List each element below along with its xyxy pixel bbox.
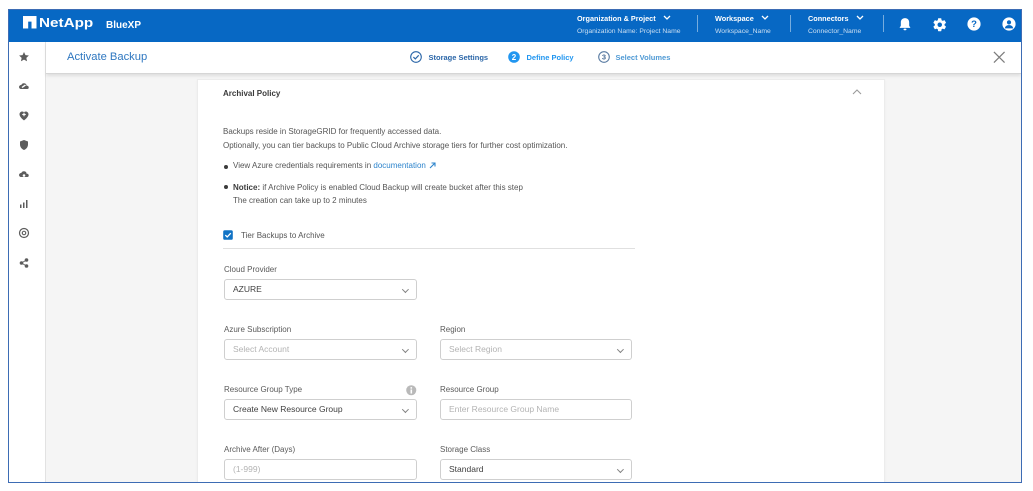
svg-text:2: 2	[511, 53, 516, 62]
svg-text:3: 3	[601, 53, 605, 62]
svg-text:?: ?	[971, 19, 977, 30]
